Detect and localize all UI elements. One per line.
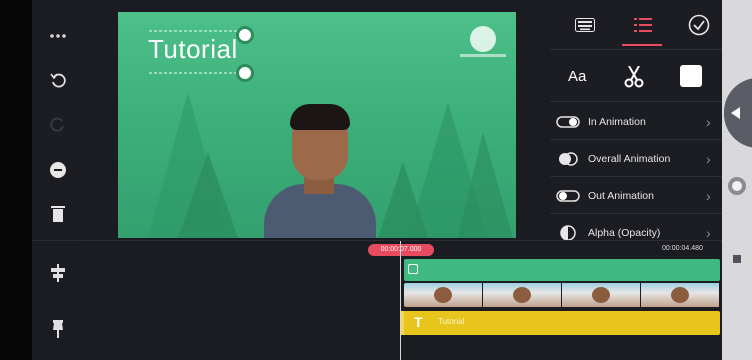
home-icon[interactable]	[728, 177, 746, 195]
timeline[interactable]: 00:00:07.000 00:00:04.480 T Tutorial	[84, 240, 722, 360]
chevron-right-icon: ›	[706, 187, 711, 204]
person-hair	[290, 104, 350, 130]
recent-apps-icon[interactable]	[728, 250, 746, 268]
overall-animation-item[interactable]: Overall Animation ›	[550, 141, 722, 177]
alpha-opacity-label: Alpha (Opacity)	[588, 226, 661, 239]
playhead[interactable]	[400, 241, 401, 360]
rotate-handle-icon[interactable]	[236, 26, 254, 44]
active-tab-indicator	[622, 44, 662, 46]
out-animation-label: Out Animation	[588, 189, 654, 202]
align-icon[interactable]	[44, 259, 72, 287]
playback-speed-icon[interactable]	[44, 156, 72, 184]
total-duration: 00:00:04.480	[662, 245, 703, 252]
clip-thumbnail	[483, 283, 562, 307]
text-layer-label: Tutorial	[438, 317, 465, 326]
pin-icon[interactable]	[44, 315, 72, 343]
track-controls	[32, 240, 84, 360]
clip-thumbnail	[562, 283, 641, 307]
title-decoration-bottom	[148, 72, 238, 74]
video-clip-track[interactable]	[404, 283, 720, 307]
out-animation-item[interactable]: Out Animation ›	[550, 178, 722, 214]
alpha-opacity-item[interactable]: Alpha (Opacity) ›	[550, 215, 722, 240]
undo-icon[interactable]	[44, 66, 72, 94]
left-toolbar	[32, 0, 84, 240]
redo-icon[interactable]	[44, 110, 72, 138]
logo-caption	[460, 54, 506, 57]
title-decoration-top	[148, 30, 238, 32]
background-layer-track[interactable]	[404, 259, 720, 281]
background-layer-icon	[408, 264, 418, 274]
back-icon[interactable]	[724, 78, 752, 148]
delete-icon[interactable]	[44, 200, 72, 228]
scissors-icon[interactable]	[624, 65, 644, 93]
clip-thumbnail	[404, 283, 483, 307]
alpha-icon	[560, 224, 576, 240]
toggle-out-icon	[556, 189, 580, 202]
in-animation-item[interactable]: In Animation ›	[550, 104, 722, 140]
resize-handle-icon[interactable]	[236, 64, 254, 82]
logo-icon	[470, 26, 496, 52]
device-navigation-bar	[722, 0, 752, 360]
overall-animation-label: Overall Animation	[588, 152, 671, 165]
title-text: Tutorial	[148, 34, 238, 64]
in-animation-label: In Animation	[588, 115, 646, 128]
confirm-check-icon[interactable]	[686, 12, 712, 38]
video-preview[interactable]: Tutorial	[118, 12, 516, 238]
panel-tabs	[550, 0, 722, 50]
font-button[interactable]: Aa	[568, 68, 586, 85]
layer-options-panel: Aa In Animation › Overall Animation › Ou…	[550, 0, 722, 240]
overall-animation-icon	[559, 151, 578, 166]
tab-options-list-icon[interactable]	[630, 12, 656, 38]
current-time-badge: 00:00:07.000	[368, 244, 434, 256]
more-icon[interactable]	[44, 22, 72, 50]
keyboard-icon[interactable]	[572, 12, 598, 38]
chevron-right-icon: ›	[706, 224, 711, 241]
device-left-bezel	[0, 0, 32, 360]
text-layer-icon: T	[414, 314, 423, 330]
toggle-in-icon	[556, 115, 580, 128]
chevron-right-icon: ›	[706, 113, 711, 130]
clip-thumbnail	[641, 283, 720, 307]
text-layer-track[interactable]: T Tutorial	[400, 311, 720, 335]
layer-tools-row: Aa	[550, 52, 722, 102]
chevron-right-icon: ›	[706, 150, 711, 167]
text-color-swatch[interactable]	[680, 65, 702, 87]
